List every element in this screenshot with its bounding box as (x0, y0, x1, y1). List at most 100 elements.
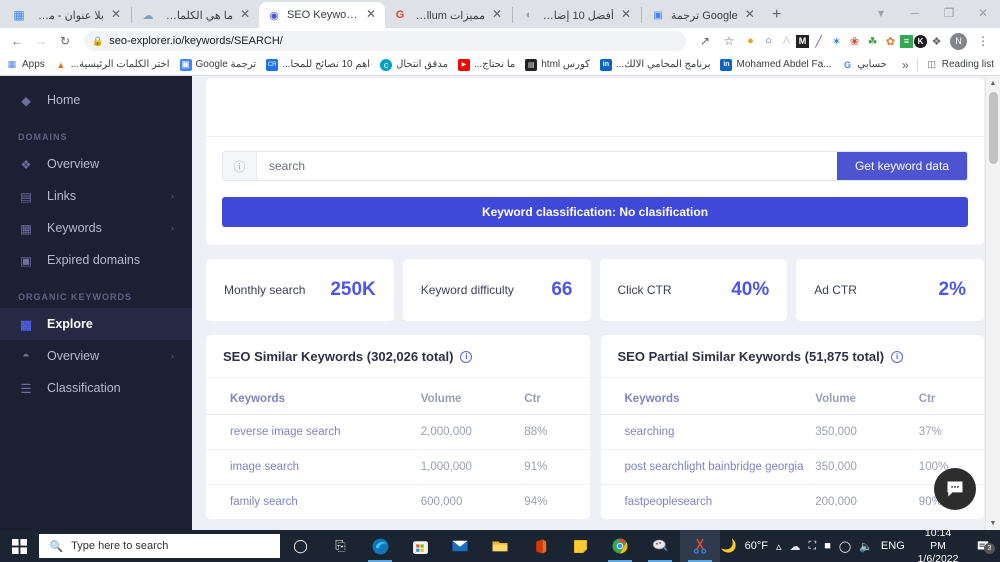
bookmark-item[interactable]: G حسابي (842, 59, 887, 71)
chevron-down-icon[interactable]: ▾ (864, 0, 898, 26)
browser-tab[interactable]: ☁ ما هي الكلمات المفتاح ✕ (133, 2, 259, 28)
maximize-icon[interactable]: ❐ (932, 0, 966, 26)
new-tab-button[interactable]: + (764, 2, 790, 28)
close-icon[interactable]: ✕ (491, 8, 503, 21)
share-icon[interactable]: ↗ (694, 30, 716, 52)
column-ctr[interactable]: Ctr (524, 378, 589, 415)
column-volume[interactable]: Volume (421, 378, 525, 415)
sidebar-item-home[interactable]: ◆ Home (0, 84, 192, 116)
weather-temperature[interactable]: 60°F (745, 540, 768, 552)
bookmark-item[interactable]: ▲ اختر الكلمات الرئيسية... (55, 59, 169, 71)
forward-icon[interactable]: → (30, 30, 52, 52)
taskbar-search-box[interactable]: 🔍 Type here to search (39, 534, 281, 558)
scroll-down-icon[interactable]: ▼ (986, 516, 1000, 530)
browser-tab[interactable]: ◐ أفضل 10 إضافات متص ✕ (514, 2, 640, 28)
cell-keyword[interactable]: post searchlight bainbridge georgia (600, 449, 816, 485)
extension-puzzle-icon[interactable]: ❖ (928, 33, 945, 50)
security-icon[interactable]: ⛶ (809, 540, 817, 553)
bookmark-item[interactable]: CR اهم 10 نصائح للمحا... (266, 58, 370, 71)
reload-icon[interactable]: ↻ (54, 30, 76, 52)
cell-keyword[interactable]: family search (206, 484, 421, 519)
notification-icon[interactable]: 3 (971, 539, 995, 554)
table-row[interactable]: image search 1,000,000 91% (206, 449, 590, 485)
volume-icon[interactable]: 🔈 (859, 540, 873, 553)
table-row[interactable]: fastpeoplesearch 200,000 90% (600, 484, 984, 519)
extension-loom-icon[interactable]: ○ (760, 33, 777, 50)
close-icon[interactable]: ✕ (744, 8, 756, 21)
moon-icon[interactable]: 🌙 (720, 538, 736, 554)
sidebar-item-keywords[interactable]: ▦ Keywords › (0, 212, 192, 244)
onedrive-icon[interactable]: ☁ (790, 540, 801, 553)
close-icon[interactable]: ✕ (365, 8, 377, 21)
page-scrollbar[interactable]: ▲ ▼ (985, 76, 1000, 530)
windows-start-icon[interactable] (0, 530, 39, 562)
bookmark-item[interactable]: ▣ ترجمة Google (179, 58, 256, 71)
scrollbar-thumb[interactable] (989, 92, 998, 164)
column-volume[interactable]: Volume (815, 378, 919, 415)
browser-tab[interactable]: G مميزات Umbrellum الـ ✕ (385, 2, 511, 28)
extension-orange-icon[interactable]: ● (742, 33, 759, 50)
sidebar-item-links[interactable]: ▤ Links › (0, 180, 192, 212)
reading-list-button[interactable]: ◫ Reading list (926, 59, 994, 71)
paint-icon[interactable] (640, 530, 680, 562)
sidebar-item-classification[interactable]: ☰ Classification (0, 372, 192, 404)
task-view-icon[interactable]: ⎘ (320, 530, 360, 562)
cell-keyword[interactable]: searching (600, 414, 816, 450)
extension-settings-icon[interactable]: ✶ (828, 33, 845, 50)
language-indicator[interactable]: ENG (881, 540, 905, 552)
column-keywords[interactable]: Keywords (206, 378, 421, 415)
edge-icon[interactable] (360, 530, 400, 562)
browser-tab-active[interactable]: ◉ SEO Keyword Research ✕ (259, 2, 385, 28)
kebab-menu-icon[interactable]: ⋮ (972, 30, 994, 52)
get-keyword-data-button[interactable]: Get keyword data (836, 152, 967, 180)
avatar[interactable]: N (950, 32, 967, 50)
close-icon[interactable]: ✕ (239, 8, 251, 21)
table-row[interactable]: searching 350,000 37% (600, 414, 984, 450)
search-input[interactable] (257, 152, 837, 180)
sidebar-item-overview[interactable]: ❖ Overview (0, 148, 192, 180)
extension-sprout-icon[interactable]: ☘ (864, 33, 881, 50)
close-icon[interactable]: ✕ (966, 0, 1000, 26)
address-bar[interactable]: 🔒 seo-explorer.io/keywords/SEARCH/ (84, 31, 686, 51)
extension-grammarly-icon[interactable]: Λ (778, 33, 795, 50)
sticky-notes-icon[interactable] (560, 530, 600, 562)
chrome-icon[interactable] (600, 530, 640, 562)
browser-tab[interactable]: ▦ بلا عنوان - مستندات Google ✕ (4, 2, 130, 28)
bookmark-item[interactable]: c مدقق انتحال (380, 58, 448, 71)
column-ctr[interactable]: Ctr (919, 378, 984, 415)
info-icon[interactable]: i (891, 350, 904, 363)
battery-icon[interactable]: ■ (824, 540, 831, 552)
table-row[interactable]: family search 600,000 94% (206, 484, 590, 519)
bookmarks-overflow-icon[interactable]: » (902, 58, 909, 72)
extension-chart-green-icon[interactable]: ≡ (900, 34, 913, 48)
office-icon[interactable] (520, 530, 560, 562)
close-icon[interactable]: ✕ (110, 8, 122, 21)
cell-keyword[interactable]: image search (206, 449, 421, 485)
cortana-circle-icon[interactable]: ◯ (280, 530, 320, 562)
classification-banner[interactable]: Keyword classification: No clasification (222, 197, 968, 227)
close-icon[interactable]: ✕ (620, 8, 632, 21)
table-row[interactable]: post searchlight bainbridge georgia 350,… (600, 449, 984, 485)
column-keywords[interactable]: Keywords (601, 378, 816, 415)
help-circle-icon[interactable]: ⓘ (223, 152, 257, 180)
extension-leaf-red-icon[interactable]: ❀ (846, 33, 863, 50)
bookmark-item[interactable]: ▤ كورس html (525, 58, 590, 71)
chevron-up-icon[interactable]: ▵ (776, 540, 782, 553)
cell-keyword[interactable]: fastpeoplesearch (600, 484, 816, 519)
table-row[interactable]: reverse image search 2,000,000 88% (206, 414, 590, 450)
sidebar-item-expired-domains[interactable]: ▣ Expired domains (0, 244, 192, 276)
cell-keyword[interactable]: reverse image search (206, 414, 421, 450)
bookmark-item[interactable]: in Mohamed Abdel Fa... (720, 58, 832, 71)
file-explorer-icon[interactable] (480, 530, 520, 562)
browser-tab[interactable]: ▣ ترجمة Google ✕ (643, 2, 764, 28)
back-icon[interactable]: ← (6, 30, 28, 52)
wifi-icon[interactable]: ◯ (839, 540, 851, 553)
info-icon[interactable]: i (460, 350, 473, 363)
taskbar-clock[interactable]: 10:14 PM 1/6/2022 (913, 527, 964, 562)
extension-flower-icon[interactable]: ✿ (882, 33, 899, 50)
microsoft-store-icon[interactable] (400, 530, 440, 562)
chat-widget-button[interactable] (934, 468, 976, 510)
star-icon[interactable]: ☆ (718, 30, 740, 52)
extension-keyword-icon[interactable]: K (914, 34, 927, 48)
bookmark-item[interactable]: ▶ ما نحتاج... (457, 58, 515, 71)
